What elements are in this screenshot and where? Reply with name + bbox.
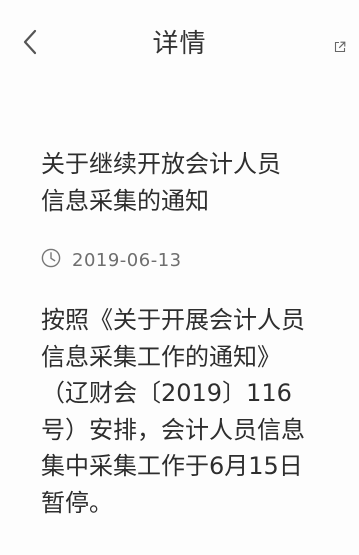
article-body-line: 号）安排，会计人员信息 (41, 415, 305, 444)
article-body-line: 按照《关于开展会计人员 (41, 306, 305, 334)
publish-date: 2019-06-13 (41, 247, 182, 273)
publish-date-text: 2019-06-13 (72, 249, 182, 271)
article-body-line: 信息采集工作的通知》 (41, 342, 281, 371)
article-body-line: 暂停。 (41, 488, 113, 517)
article-title: 关于继续开放会计人员 信息采集的通知 (41, 146, 341, 220)
share-external-icon (334, 38, 346, 57)
top-navigation-bar: 详情 (0, 0, 359, 88)
article-title-line: 关于继续开放会计人员 (41, 150, 281, 178)
article-body-line: 集中采集工作于6月15日 (41, 452, 303, 480)
clock-icon (41, 248, 61, 272)
share-button[interactable] (334, 38, 348, 53)
article-title-line: 信息采集的通知 (41, 187, 209, 215)
page-title: 详情 (152, 29, 207, 59)
article-body: 按照《关于开展会计人员 信息采集工作的通知》 （辽财会〔2019〕116 号）安… (41, 302, 341, 521)
article-body-line: （辽财会〔2019〕116 (41, 379, 292, 407)
